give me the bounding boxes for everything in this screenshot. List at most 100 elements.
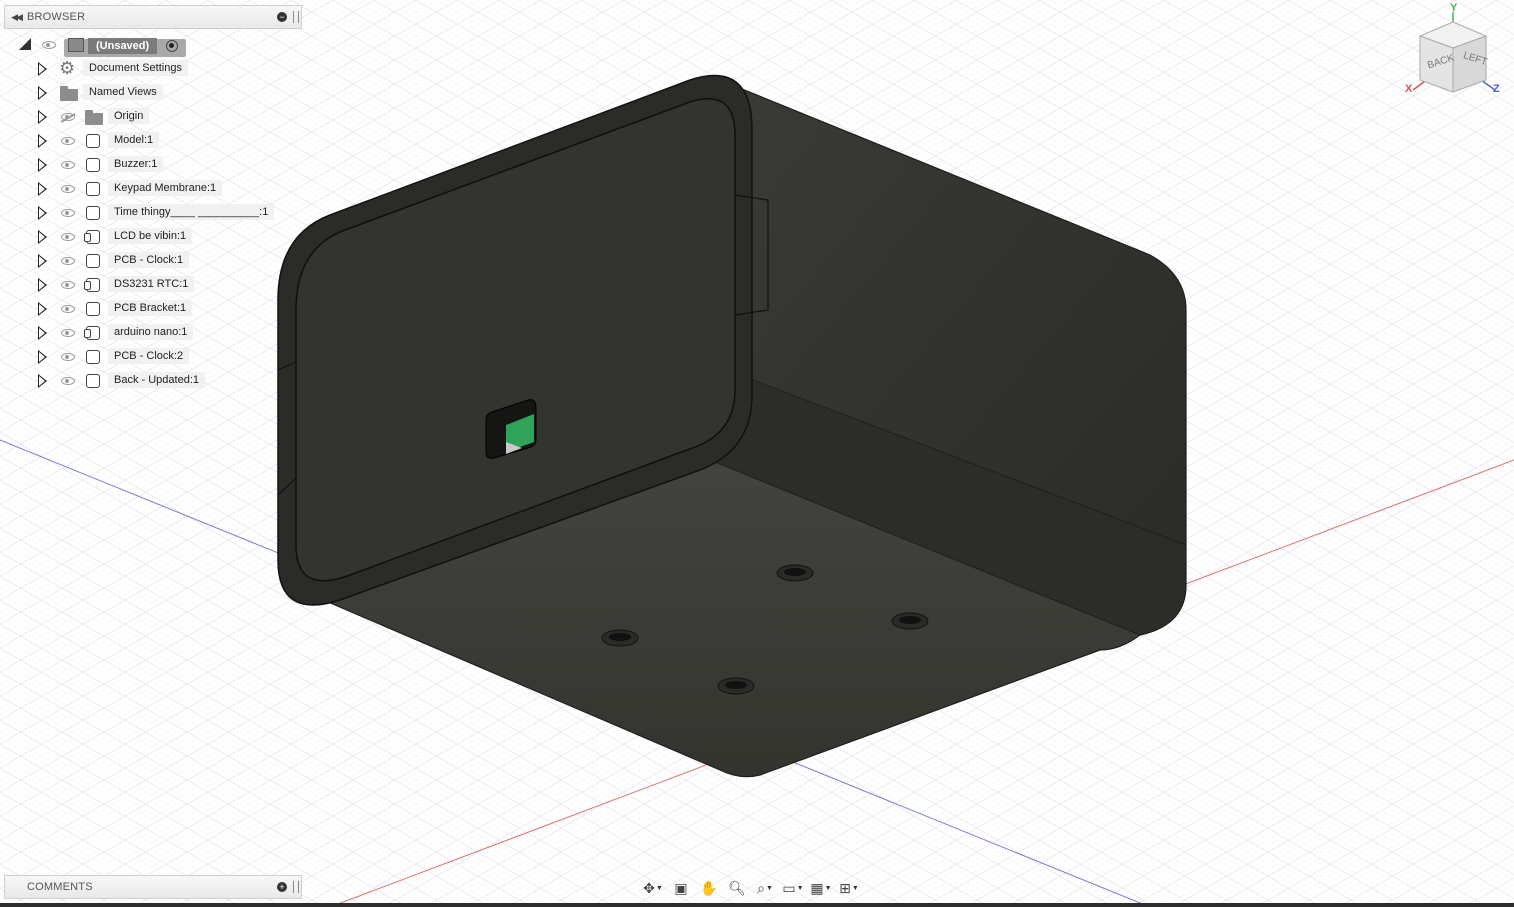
folder-icon — [60, 86, 78, 101]
expand-triangle-icon[interactable] — [38, 62, 47, 76]
expand-triangle-icon[interactable] — [38, 230, 47, 244]
navigation-toolbar: ✥ ▼ ▣ ✋ 🔍︎ ⌕ ▼ ▭ ▼ ▦ ▼ ⊞ ▼ — [640, 877, 862, 899]
screw-hole — [601, 629, 639, 647]
tree-row[interactable]: Buzzer:1 — [0, 154, 260, 176]
expand-triangle-icon[interactable] — [38, 350, 47, 364]
tree-item-label: Time thingy____ __________:1 — [108, 204, 275, 220]
tree-item-label: LCD be vibin:1 — [108, 228, 193, 244]
tree-item-label: Document Settings — [83, 60, 188, 76]
visibility-eye-icon[interactable] — [61, 305, 75, 313]
collapse-browser-icon[interactable]: ◀◀ — [5, 12, 27, 23]
browser-minimize-icon[interactable]: − — [277, 12, 287, 22]
tree-row[interactable]: Back - Updated:1 — [0, 370, 260, 392]
fit-icon[interactable]: ⌕ ▼ — [752, 878, 778, 898]
tree-row[interactable]: PCB - Clock:1 — [0, 250, 260, 272]
document-component-icon — [68, 38, 84, 52]
component-icon — [86, 182, 100, 196]
gear-icon: ⚙ — [59, 58, 76, 78]
expand-triangle-icon[interactable] — [38, 158, 47, 172]
expand-triangle-icon[interactable] — [38, 206, 47, 220]
zoom-icon[interactable]: 🔍︎ — [724, 878, 750, 898]
orbit-icon[interactable]: ✥ ▼ — [640, 878, 666, 898]
component-icon — [86, 134, 100, 148]
expand-triangle-icon[interactable] — [38, 182, 47, 196]
expand-triangle-icon[interactable] — [38, 278, 47, 292]
visibility-eye-icon[interactable] — [61, 161, 75, 169]
tree-row[interactable]: ⚙ Document Settings — [0, 58, 260, 80]
add-comment-icon[interactable]: + — [277, 882, 287, 892]
tree-row[interactable]: PCB Bracket:1 — [0, 298, 260, 320]
tree-item-label: Named Views — [83, 84, 163, 100]
tree-row[interactable]: Model:1 — [0, 130, 260, 152]
tree-item-label: PCB Bracket:1 — [108, 300, 193, 316]
visibility-eye-icon[interactable] — [61, 233, 75, 241]
tree-item-label: Model:1 — [108, 132, 160, 148]
tree-row[interactable]: PCB - Clock:2 — [0, 346, 260, 368]
comments-panel-header[interactable]: COMMENTS + — [4, 875, 302, 899]
comments-grip-handle[interactable] — [293, 881, 299, 893]
browser-title: BROWSER — [27, 11, 86, 23]
visibility-eye-icon[interactable] — [61, 353, 75, 361]
tree-item-label: PCB - Clock:2 — [108, 348, 190, 364]
browser-grip-handle[interactable] — [293, 11, 299, 23]
expand-root-icon[interactable] — [19, 38, 31, 50]
tree-row[interactable]: Named Views — [0, 82, 260, 104]
tree-item-label: Keypad Membrane:1 — [108, 180, 223, 196]
component-icon — [86, 206, 100, 220]
comments-title: COMMENTS — [27, 881, 93, 893]
visibility-hidden-icon[interactable] — [61, 113, 75, 121]
expand-triangle-icon[interactable] — [38, 254, 47, 268]
viewports-icon[interactable]: ⊞ ▼ — [836, 878, 862, 898]
visibility-eye-icon[interactable] — [61, 137, 75, 145]
view-cube-axis-z: Z — [1493, 83, 1500, 95]
visibility-eye-icon[interactable] — [42, 41, 56, 49]
view-cube-axis-y: Y — [1450, 2, 1458, 14]
expand-triangle-icon[interactable] — [38, 86, 47, 100]
component-icon — [86, 374, 100, 388]
tree-item-label: DS3231 RTC:1 — [108, 276, 195, 292]
view-cube-axis-x: X — [1405, 83, 1413, 95]
browser-panel-header[interactable]: ◀◀ BROWSER − — [4, 5, 302, 29]
tree-row[interactable]: Origin — [0, 106, 260, 128]
visibility-eye-icon[interactable] — [61, 281, 75, 289]
screw-hole — [717, 677, 755, 695]
tree-row[interactable]: arduino nano:1 — [0, 322, 260, 344]
tree-row[interactable]: LCD be vibin:1 — [0, 226, 260, 248]
expand-triangle-icon[interactable] — [38, 110, 47, 124]
folder-icon — [85, 110, 103, 125]
component-icon — [86, 302, 100, 316]
expand-triangle-icon[interactable] — [38, 134, 47, 148]
activate-radio-icon[interactable] — [166, 40, 178, 52]
tree-item-label: Back - Updated:1 — [108, 372, 205, 388]
visibility-eye-icon[interactable] — [61, 185, 75, 193]
tree-item-label: arduino nano:1 — [108, 324, 194, 340]
expand-triangle-icon[interactable] — [38, 326, 47, 340]
display-settings-icon[interactable]: ▭ ▼ — [780, 878, 806, 898]
pan-icon[interactable]: ✋ — [696, 878, 722, 898]
grid-settings-icon[interactable]: ▦ ▼ — [808, 878, 834, 898]
tree-row[interactable]: Keypad Membrane:1 — [0, 178, 260, 200]
screw-hole — [776, 564, 814, 582]
linked-component-icon — [84, 326, 100, 340]
visibility-eye-icon[interactable] — [61, 257, 75, 265]
component-icon — [86, 254, 100, 268]
tree-root-row[interactable]: (Unsaved) — [0, 34, 200, 57]
visibility-eye-icon[interactable] — [61, 377, 75, 385]
linked-component-icon — [84, 230, 100, 244]
tree-item-label: Buzzer:1 — [108, 156, 164, 172]
expand-triangle-icon[interactable] — [38, 302, 47, 316]
tree-row[interactable]: Time thingy____ __________:1 — [0, 202, 275, 224]
linked-component-icon — [84, 278, 100, 292]
root-document-label: (Unsaved) — [88, 38, 158, 54]
component-icon — [86, 350, 100, 364]
component-icon — [86, 158, 100, 172]
visibility-eye-icon[interactable] — [61, 329, 75, 337]
tree-row[interactable]: DS3231 RTC:1 — [0, 274, 260, 296]
look-at-icon[interactable]: ▣ — [668, 878, 694, 898]
status-strip — [0, 903, 1514, 907]
tree-item-label: PCB - Clock:1 — [108, 252, 190, 268]
screw-hole — [891, 612, 929, 630]
tree-item-label: Origin — [108, 108, 150, 124]
expand-triangle-icon[interactable] — [38, 374, 47, 388]
visibility-eye-icon[interactable] — [61, 209, 75, 217]
